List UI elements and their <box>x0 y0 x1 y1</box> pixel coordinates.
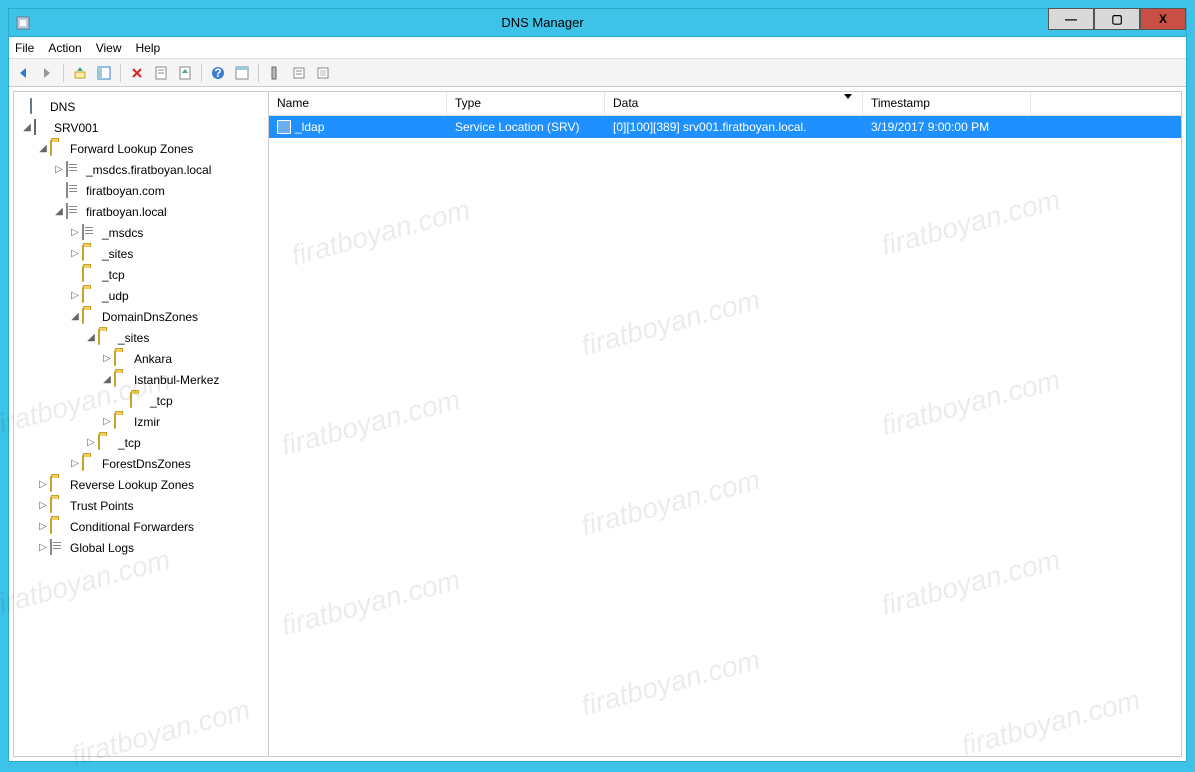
tree-label: DomainDnsZones <box>102 310 198 324</box>
tree-reverse-lookup-zones[interactable]: ▷Reverse Lookup Zones <box>14 474 268 495</box>
tree-label: _tcp <box>118 436 141 450</box>
menu-help[interactable]: Help <box>136 41 161 55</box>
tree-label: Forward Lookup Zones <box>70 142 193 156</box>
sort-indicator-icon <box>844 94 852 99</box>
titlebar[interactable]: DNS Manager — ▢ X <box>9 9 1186 37</box>
tree-label: Trust Points <box>70 499 134 513</box>
tree-label: SRV001 <box>54 121 98 135</box>
tree-label: Conditional Forwarders <box>70 520 194 534</box>
content-area: DNS ◢SRV001 ◢Forward Lookup Zones ▷_msdc… <box>13 91 1182 757</box>
minimize-button[interactable]: — <box>1048 8 1094 30</box>
tree-label: ForestDnsZones <box>102 457 191 471</box>
list-pane: Name Type Data Timestamp _ldap Service L… <box>269 92 1181 756</box>
tree-zone-firatboyan-local[interactable]: ◢firatboyan.local <box>14 201 268 222</box>
tree-msdcs[interactable]: ▷_msdcs <box>14 222 268 243</box>
tree-ankara[interactable]: ▷Ankara <box>14 348 268 369</box>
toolbar-button[interactable] <box>265 63 285 83</box>
delete-button[interactable] <box>127 63 147 83</box>
tree-forestdnszones[interactable]: ▷ForestDnsZones <box>14 453 268 474</box>
column-timestamp[interactable]: Timestamp <box>863 92 1031 115</box>
tree-domaindnszones[interactable]: ◢DomainDnsZones <box>14 306 268 327</box>
tree-label: _msdcs.firatboyan.local <box>86 163 211 177</box>
tree-izmir[interactable]: ▷Izmir <box>14 411 268 432</box>
tree-label: _tcp <box>102 268 125 282</box>
tree-conditional-forwarders[interactable]: ▷Conditional Forwarders <box>14 516 268 537</box>
list-header: Name Type Data Timestamp <box>269 92 1181 116</box>
tree-sites[interactable]: ▷_sites <box>14 243 268 264</box>
menu-action[interactable]: Action <box>48 41 81 55</box>
toolbar-separator <box>201 64 202 82</box>
column-data[interactable]: Data <box>605 92 863 115</box>
cell-data: [0][100][389] srv001.firatboyan.local. <box>605 120 863 134</box>
nav-back-button[interactable] <box>13 63 33 83</box>
tree-istanbul[interactable]: ◢Istanbul-Merkez <box>14 369 268 390</box>
svg-text:?: ? <box>214 66 221 80</box>
tree-label: _sites <box>102 247 133 261</box>
tree-server[interactable]: ◢SRV001 <box>14 117 268 138</box>
window-title: DNS Manager <box>37 15 1048 30</box>
close-button[interactable]: X <box>1140 8 1186 30</box>
show-hide-tree-button[interactable] <box>94 63 114 83</box>
tree-label: Global Logs <box>70 541 134 555</box>
tree-global-logs[interactable]: ▷Global Logs <box>14 537 268 558</box>
cell-timestamp: 3/19/2017 9:00:00 PM <box>863 120 1031 134</box>
menu-view[interactable]: View <box>96 41 122 55</box>
tree-label: _msdcs <box>102 226 143 240</box>
tree-sites2[interactable]: ◢_sites <box>14 327 268 348</box>
tree-label: Reverse Lookup Zones <box>70 478 194 492</box>
tree-zone-firatboyan-com[interactable]: firatboyan.com <box>14 180 268 201</box>
nav-forward-button[interactable] <box>37 63 57 83</box>
toolbar-button[interactable] <box>232 63 252 83</box>
maximize-button[interactable]: ▢ <box>1094 8 1140 30</box>
tree-pane[interactable]: DNS ◢SRV001 ◢Forward Lookup Zones ▷_msdc… <box>14 92 269 756</box>
tree-label: _sites <box>118 331 149 345</box>
app-icon <box>15 15 31 31</box>
tree-label: DNS <box>50 100 75 114</box>
column-name[interactable]: Name <box>269 92 447 115</box>
tree-label: Istanbul-Merkez <box>134 373 219 387</box>
cell-name: _ldap <box>269 120 447 135</box>
menubar: File Action View Help <box>9 37 1186 59</box>
toolbar-separator <box>63 64 64 82</box>
toolbar-separator <box>120 64 121 82</box>
tree-label: firatboyan.local <box>86 205 167 219</box>
record-icon <box>277 120 291 134</box>
tree-tcp3[interactable]: ▷_tcp <box>14 432 268 453</box>
toolbar-separator <box>258 64 259 82</box>
menu-file[interactable]: File <box>15 41 34 55</box>
window-buttons: — ▢ X <box>1048 9 1186 36</box>
refresh-button[interactable] <box>175 63 195 83</box>
toolbar: ? <box>9 59 1186 87</box>
record-row[interactable]: _ldap Service Location (SRV) [0][100][38… <box>269 116 1181 138</box>
properties-button[interactable] <box>151 63 171 83</box>
tree-trust-points[interactable]: ▷Trust Points <box>14 495 268 516</box>
tree-tcp-selected[interactable]: _tcp <box>14 390 268 411</box>
tree-label: Ankara <box>134 352 172 366</box>
cell-type: Service Location (SRV) <box>447 120 605 134</box>
tree-zone-msdcs[interactable]: ▷_msdcs.firatboyan.local <box>14 159 268 180</box>
help-button[interactable]: ? <box>208 63 228 83</box>
dns-manager-window: DNS Manager — ▢ X File Action View Help … <box>8 8 1187 762</box>
tree-label: _udp <box>102 289 129 303</box>
tree-udp[interactable]: ▷_udp <box>14 285 268 306</box>
column-type[interactable]: Type <box>447 92 605 115</box>
tree-root-dns[interactable]: DNS <box>14 96 268 117</box>
tree-label: firatboyan.com <box>86 184 165 198</box>
tree-forward-lookup-zones[interactable]: ◢Forward Lookup Zones <box>14 138 268 159</box>
toolbar-button[interactable] <box>289 63 309 83</box>
tree-tcp[interactable]: _tcp <box>14 264 268 285</box>
up-button[interactable] <box>70 63 90 83</box>
tree-label: _tcp <box>150 394 173 408</box>
toolbar-button[interactable] <box>313 63 333 83</box>
tree-label: Izmir <box>134 415 160 429</box>
